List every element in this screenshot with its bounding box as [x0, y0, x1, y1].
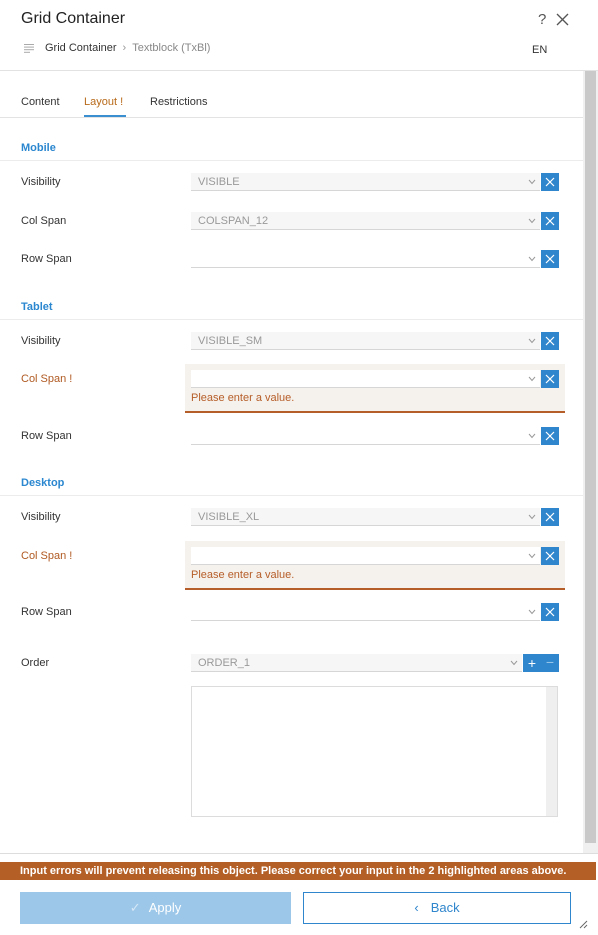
tablet-colspan-error-message: Please enter a value. — [191, 392, 295, 404]
mobile-colspan-label: Col Span — [21, 215, 67, 227]
desktop-rowspan-label: Row Span — [21, 606, 72, 618]
add-button[interactable]: + — [523, 654, 541, 672]
breadcrumb-current: Textblock (TxBl) — [132, 42, 211, 54]
close-icon[interactable] — [555, 12, 570, 27]
dialog-header: Grid Container ? Grid Container › Textbl… — [0, 0, 598, 71]
section-title-tablet: Tablet — [21, 301, 53, 313]
chevron-down-icon — [510, 660, 518, 666]
mobile-visibility-label: Visibility — [21, 176, 61, 188]
chevron-down-icon — [528, 338, 536, 344]
chevron-down-icon — [528, 376, 536, 382]
clear-button[interactable] — [541, 547, 559, 565]
tab-content[interactable]: Content — [21, 96, 60, 108]
tablet-visibility-select[interactable]: VISIBLE_SM — [191, 332, 540, 350]
document-lines-icon — [24, 43, 34, 53]
select-value: COLSPAN_12 — [198, 215, 269, 227]
clear-button[interactable] — [541, 603, 559, 621]
close-icon — [545, 177, 555, 187]
mobile-rowspan-label: Row Span — [21, 253, 72, 265]
select-value: VISIBLE_XL — [198, 511, 260, 523]
back-button[interactable]: ‹ Back — [303, 892, 571, 924]
tablet-colspan-label: Col Span ! — [21, 373, 73, 385]
tablet-colspan-select[interactable] — [191, 370, 540, 388]
error-banner: Input errors will prevent releasing this… — [0, 862, 596, 880]
chevron-down-icon — [528, 514, 536, 520]
select-value: VISIBLE_SM — [198, 335, 263, 347]
section-divider — [0, 495, 583, 496]
close-icon — [545, 512, 555, 522]
close-icon — [545, 254, 555, 264]
section-title-mobile: Mobile — [21, 142, 56, 154]
close-icon — [545, 431, 555, 441]
order-select[interactable]: ORDER_1 — [191, 654, 522, 672]
breadcrumb-parent[interactable]: Grid Container — [45, 42, 117, 54]
breadcrumb: Grid Container › Textblock (TxBl) — [24, 42, 210, 54]
clear-button[interactable] — [541, 332, 559, 350]
desktop-colspan-select[interactable] — [191, 547, 540, 565]
select-value: VISIBLE — [198, 176, 240, 188]
close-icon — [545, 607, 555, 617]
select-value: ORDER_1 — [198, 657, 250, 669]
desktop-visibility-label: Visibility — [21, 511, 61, 523]
tab-layout[interactable]: Layout ! — [84, 96, 123, 108]
clear-button[interactable] — [541, 427, 559, 445]
tab-bar: Content Layout ! Restrictions — [0, 71, 583, 118]
close-icon — [545, 374, 555, 384]
breadcrumb-separator-icon: › — [122, 42, 127, 54]
clear-button[interactable] — [541, 508, 559, 526]
close-icon — [545, 551, 555, 561]
dialog-title: Grid Container — [21, 10, 126, 27]
clear-button[interactable] — [541, 370, 559, 388]
mobile-colspan-select[interactable]: COLSPAN_12 — [191, 212, 540, 230]
close-icon — [545, 336, 555, 346]
form-scroll-area: Content Layout ! Restrictions Mobile Vis… — [0, 71, 583, 848]
remove-button[interactable]: − — [541, 654, 559, 672]
tab-restrictions[interactable]: Restrictions — [150, 96, 207, 108]
apply-button[interactable]: ✓ Apply — [20, 892, 291, 924]
scrollbar-thumb[interactable] — [585, 71, 596, 843]
desktop-colspan-error-message: Please enter a value. — [191, 569, 295, 581]
tablet-rowspan-label: Row Span — [21, 430, 72, 442]
tablet-visibility-label: Visibility — [21, 335, 61, 347]
desktop-colspan-label: Col Span ! — [21, 550, 73, 562]
chevron-down-icon — [528, 433, 536, 439]
order-label: Order — [21, 657, 50, 669]
chevron-down-icon — [528, 218, 536, 224]
active-tab-indicator — [84, 115, 126, 117]
apply-label: Apply — [148, 900, 182, 915]
section-title-desktop: Desktop — [21, 477, 65, 489]
back-label: Back — [430, 900, 460, 915]
chevron-down-icon — [528, 256, 536, 262]
clear-button[interactable] — [541, 173, 559, 191]
resize-handle-icon[interactable] — [579, 920, 588, 929]
chevron-left-icon: ‹ — [414, 900, 419, 915]
chevron-down-icon — [528, 179, 536, 185]
mobile-visibility-select[interactable]: VISIBLE — [191, 173, 540, 191]
help-icon[interactable]: ? — [538, 11, 546, 28]
mobile-rowspan-select[interactable] — [191, 250, 540, 268]
footer-divider — [0, 853, 598, 854]
dialog: Grid Container ? Grid Container › Textbl… — [0, 0, 598, 935]
listbox-scrollbar[interactable] — [546, 687, 557, 816]
clear-button[interactable] — [541, 212, 559, 230]
close-icon — [545, 216, 555, 226]
chevron-down-icon — [528, 609, 536, 615]
chevron-down-icon — [528, 553, 536, 559]
language-selector[interactable]: EN — [532, 44, 547, 56]
clear-button[interactable] — [541, 250, 559, 268]
order-listbox[interactable] — [191, 686, 558, 817]
checkmark-icon: ✓ — [129, 900, 141, 915]
section-divider — [0, 160, 583, 161]
section-divider — [0, 319, 583, 320]
tablet-rowspan-select[interactable] — [191, 427, 540, 445]
desktop-visibility-select[interactable]: VISIBLE_XL — [191, 508, 540, 526]
desktop-rowspan-select[interactable] — [191, 603, 540, 621]
scrollbar[interactable] — [583, 71, 598, 853]
